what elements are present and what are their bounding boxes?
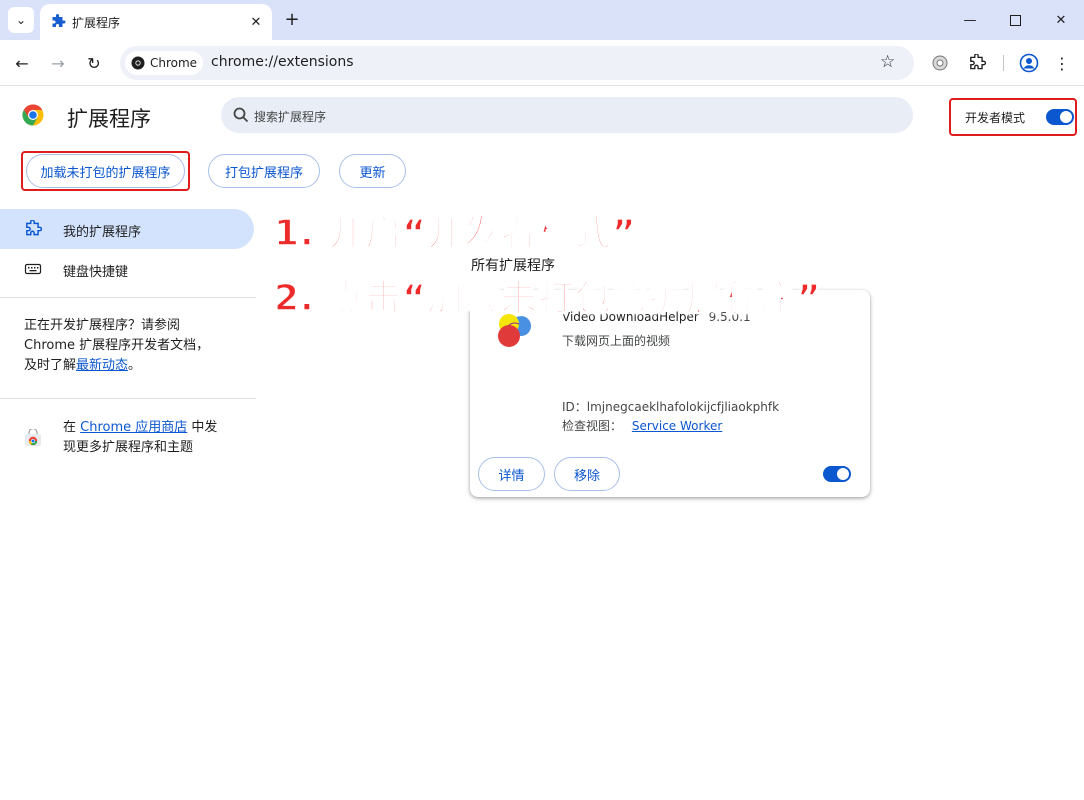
menu-icon[interactable]: ⋮ [1049,50,1075,76]
update-button[interactable]: 更新 [339,154,406,188]
arrow-right-icon: → [51,53,65,73]
arrow-left-icon: ← [15,53,29,73]
sidebar-item-keyboard-shortcuts[interactable]: 键盘快捷键 [0,249,254,289]
inspect-views-row: 检查视图： Service Worker [562,417,722,434]
web-store-suffix: 中发 [187,420,218,435]
keyboard-icon [24,263,42,275]
dev-mode-toggle[interactable] [1046,109,1074,125]
details-button[interactable]: 详情 [478,457,545,491]
extension-id-label: ID： [562,400,587,414]
web-store-note-line1: 在 Chrome 应用商店 中发 [63,418,243,438]
latest-news-link[interactable]: 最新动态 [76,358,128,373]
back-button[interactable]: ← [9,50,35,76]
chip-label: Chrome [150,56,198,70]
url-text[interactable]: chrome://extensions [211,54,354,70]
bookmark-star-icon[interactable]: ☆ [880,52,895,72]
puzzle-icon [52,14,66,27]
close-icon[interactable]: ✕ [246,12,266,32]
title-bar: ⌄ 扩展程序 ✕ + — ✕ [0,0,1084,40]
web-store-note: 在 Chrome 应用商店 中发 现更多扩展程序和主题 [63,418,243,458]
toolbar-divider [1003,55,1004,71]
search-icon [233,107,249,123]
browser-toolbar: ← → ↻ Chrome chrome://extensions ☆ ⋮ [0,40,1084,86]
extension-id-row: ID：lmjnegcaeklhafolokijcfjliaokphfk [562,398,779,415]
sidebar-item-my-extensions[interactable]: 我的扩展程序 [0,209,254,249]
dev-mode-highlight: 开发者模式 [949,98,1077,136]
search-input[interactable]: 搜索扩展程序 [221,97,913,133]
extension-enable-toggle[interactable] [823,466,851,482]
page-title: 扩展程序 [67,107,151,131]
extension-card: Video DownloadHelper 9.5.0.1 下载网页上面的视频 I… [470,290,870,497]
puzzle-icon[interactable] [964,50,990,76]
tab-extensions[interactable]: 扩展程序 ✕ [40,4,272,40]
new-tab-button[interactable]: + [281,8,303,30]
sidebar-divider [0,297,256,298]
developer-note-line1: 正在开发扩展程序？请参阅 [24,318,181,333]
developer-note-line3-prefix: 及时了解 [24,358,77,373]
tab-search-button[interactable]: ⌄ [8,7,34,33]
developer-note-line3: 及时了解最新动态。 [24,356,254,376]
dev-mode-label: 开发者模式 [965,111,1026,125]
remove-button[interactable]: 移除 [554,457,620,491]
site-info-chip[interactable]: Chrome [125,51,203,75]
load-unpacked-button[interactable]: 加载未打包的扩展程序 [26,154,185,188]
chrome-logo-icon [22,104,44,126]
reload-icon: ↻ [87,53,101,73]
developer-note-suffix: 。 [128,358,142,373]
annotation-step-1: 1. 开启“开发者模式” [273,212,637,255]
search-placeholder: 搜索扩展程序 [254,110,327,124]
service-worker-link[interactable]: Service Worker [632,419,722,433]
chrome-icon [131,56,145,70]
minimize-button[interactable]: — [955,6,985,34]
web-store-note-line2: 现更多扩展程序和主题 [63,440,194,455]
web-store-prefix: 在 [63,420,81,435]
inspect-views-label: 检查视图： [562,419,623,433]
extension-id: lmjnegcaeklhafolokijcfjliaokphfk [586,400,780,414]
maximize-button[interactable] [1000,6,1030,34]
developer-note: 正在开发扩展程序？请参阅 Chrome 扩展程序开发者文档， 及时了解最新动态。 [24,316,254,376]
tab-title: 扩展程序 [72,16,121,30]
extension-badge-icon[interactable] [927,50,953,76]
address-bar[interactable]: Chrome chrome://extensions ☆ [120,46,914,80]
extension-description: 下载网页上面的视频 [562,334,671,348]
reload-button[interactable]: ↻ [81,50,107,76]
annotation-step-2: 2. 点击“加载未打包的扩展程序” [273,277,822,320]
window-close-button[interactable]: ✕ [1046,6,1076,34]
pack-extension-button[interactable]: 打包扩展程序 [208,154,320,188]
developer-note-line2: Chrome 扩展程序开发者文档， [24,338,210,353]
sidebar-divider [0,398,256,399]
web-store-link[interactable]: Chrome 应用商店 [80,420,187,435]
puzzle-icon [26,220,42,236]
profile-icon[interactable] [1016,50,1042,76]
maximize-icon [1009,14,1021,26]
chevron-down-icon: ⌄ [15,13,27,27]
web-store-icon [25,429,41,446]
forward-button[interactable]: → [45,50,71,76]
sidebar-item-label: 键盘快捷键 [63,265,129,280]
sidebar-item-label: 我的扩展程序 [63,225,142,240]
